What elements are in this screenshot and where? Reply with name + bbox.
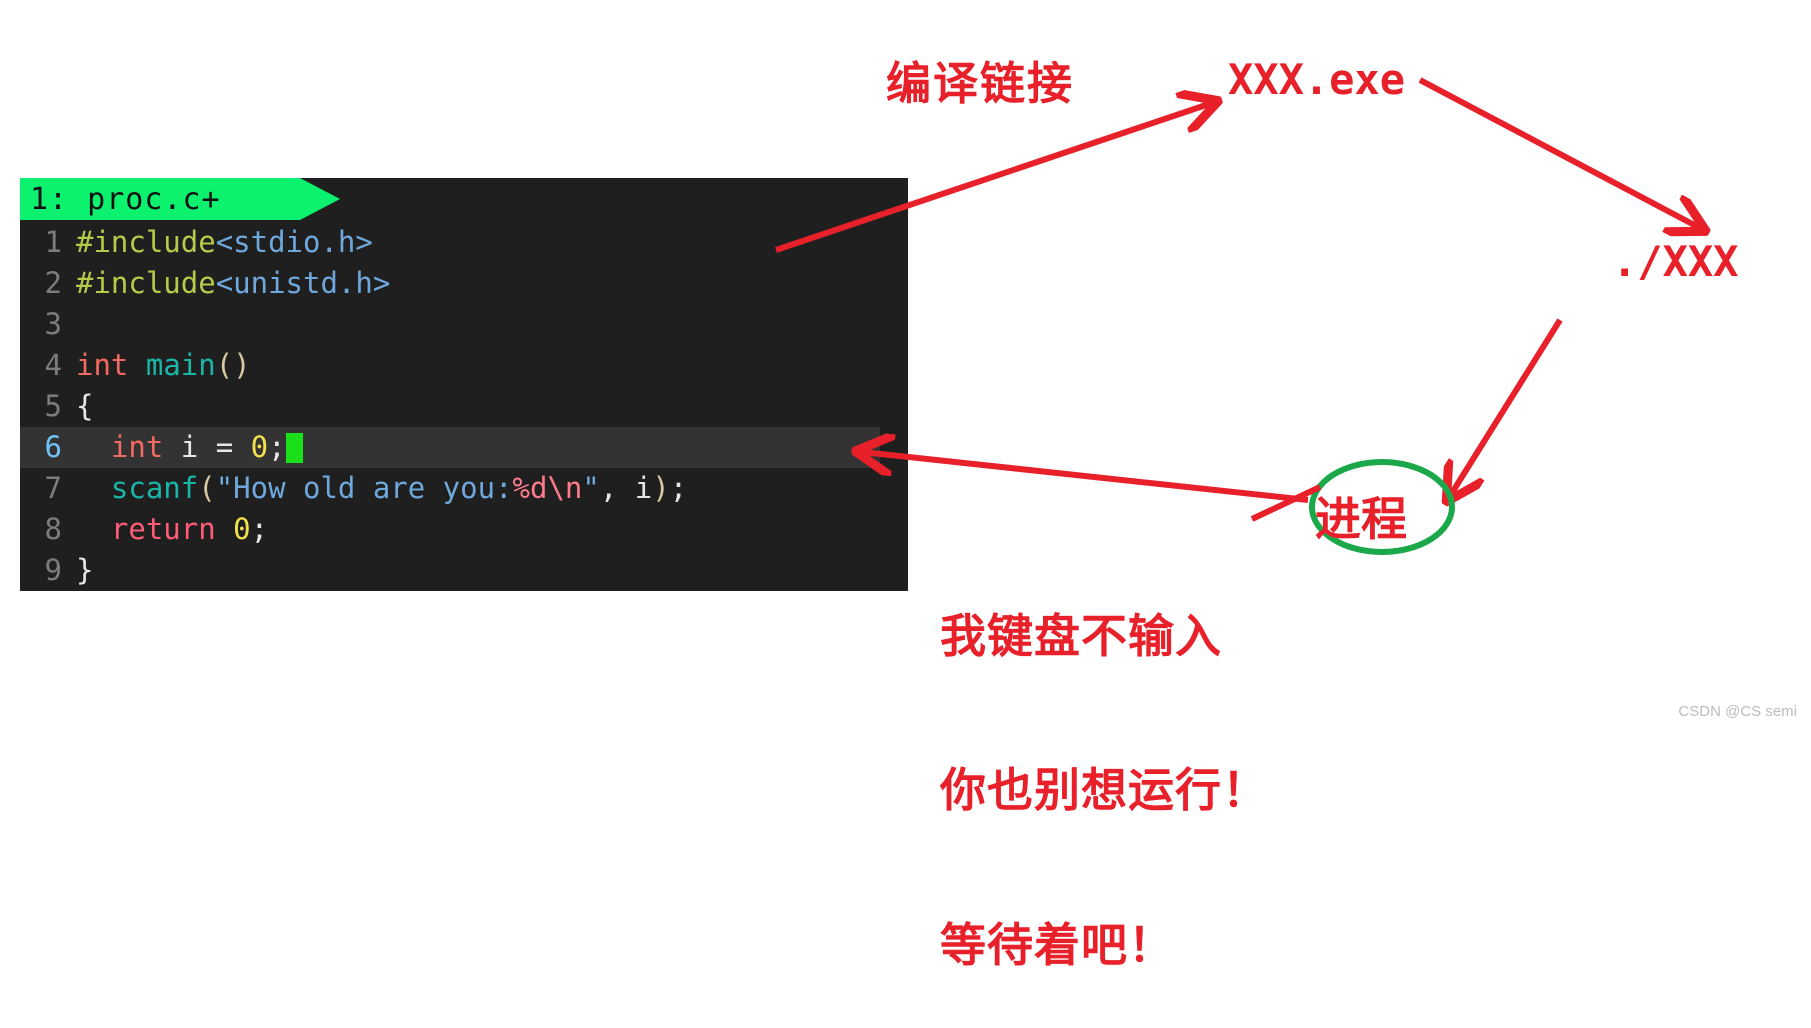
- code-token: i: [163, 430, 216, 464]
- annotation-run-command: ./XXX: [1612, 237, 1739, 286]
- code-token: 0: [250, 430, 269, 464]
- editor-tab-bar: 1: proc.c+: [20, 178, 908, 220]
- line-number: 2: [44, 266, 62, 300]
- code-token: (: [198, 471, 216, 505]
- code-token: #include: [76, 225, 216, 259]
- code-line[interactable]: 7 scanf("How old are you:%d\n", i);: [20, 468, 908, 509]
- line-number: 4: [44, 348, 62, 382]
- code-token: =: [215, 430, 251, 464]
- code-line[interactable]: 9}: [20, 550, 908, 591]
- code-token: , i: [599, 471, 653, 505]
- annotation-note-block: 我键盘不输入 你也别想运行！ 等待着吧！: [940, 515, 1269, 1028]
- line-content: return 0;: [76, 509, 268, 550]
- code-line[interactable]: 6 int i = 0;: [20, 427, 880, 468]
- code-token: ;: [669, 471, 688, 505]
- code-token: }: [76, 553, 94, 587]
- annotation-process-label: 进程: [1315, 492, 1407, 546]
- annotation-compile-link: 编译链接: [886, 57, 1075, 110]
- line-content: int main(): [76, 345, 251, 386]
- code-token: "How old are you:: [215, 471, 513, 505]
- code-token: ;: [250, 512, 269, 546]
- watermark: CSDN @CS semi: [1678, 703, 1797, 720]
- annotation-executable-name: XXX.exe: [1228, 55, 1406, 104]
- arrow-process-to-code: [862, 452, 1309, 503]
- code-token: (): [215, 348, 251, 382]
- code-line[interactable]: 4 int main(): [20, 345, 908, 386]
- annotation-note-line-2: 你也别想运行！: [940, 763, 1269, 818]
- code-token: int: [110, 430, 164, 464]
- code-area[interactable]: 1 #include<stdio.h> 2 #include<unistd.h> 3 4 i…: [20, 220, 908, 591]
- line-content: {: [76, 386, 93, 427]
- tab-label: 1: proc.c+: [30, 181, 221, 217]
- code-token: <stdio.h>: [215, 225, 373, 259]
- code-token: ;: [268, 430, 286, 464]
- code-token: #include: [76, 266, 216, 300]
- line-content: #include<unistd.h>: [76, 263, 390, 304]
- line-number: 7: [44, 471, 62, 505]
- line-number: 9: [44, 553, 62, 587]
- line-content: }: [76, 550, 93, 591]
- line-number: 8: [44, 512, 62, 546]
- line-content: int i = 0;: [76, 427, 286, 468]
- code-line[interactable]: 3: [20, 304, 908, 345]
- code-token: ): [652, 471, 670, 505]
- code-token: scanf: [110, 471, 199, 505]
- code-line[interactable]: 8 return 0;: [20, 509, 908, 550]
- code-token: int: [76, 348, 129, 382]
- line-content: #include<stdio.h>: [76, 222, 373, 263]
- code-token: main: [145, 348, 216, 382]
- code-token: <unistd.h>: [215, 266, 391, 300]
- code-token: return: [110, 512, 216, 546]
- annotation-note-line-1: 我键盘不输入: [940, 608, 1222, 663]
- line-number: 6: [44, 430, 62, 464]
- line-number: 3: [44, 307, 62, 341]
- annotation-note-line-3: 等待着吧！: [940, 918, 1175, 973]
- line-number: 5: [44, 389, 62, 423]
- code-token: %d\n: [512, 471, 583, 505]
- code-editor-window: 1: proc.c+ 1 #include<stdio.h> 2 #include<u…: [20, 178, 908, 591]
- text-cursor: [285, 432, 303, 463]
- code-token: 0: [233, 512, 251, 546]
- line-content: scanf("How old are you:%d\n", i);: [76, 468, 687, 509]
- arrow-run-to-process: [1450, 318, 1563, 496]
- code-token: ": [582, 471, 600, 505]
- arrow-exe-to-run: [1418, 77, 1700, 228]
- code-token: {: [76, 389, 94, 423]
- line-number: 1: [44, 225, 62, 259]
- code-line[interactable]: 2 #include<unistd.h>: [20, 263, 908, 304]
- tab-proc-c[interactable]: 1: proc.c+: [20, 178, 340, 220]
- code-line[interactable]: 5{: [20, 386, 908, 427]
- code-line[interactable]: 1 #include<stdio.h>: [20, 222, 908, 263]
